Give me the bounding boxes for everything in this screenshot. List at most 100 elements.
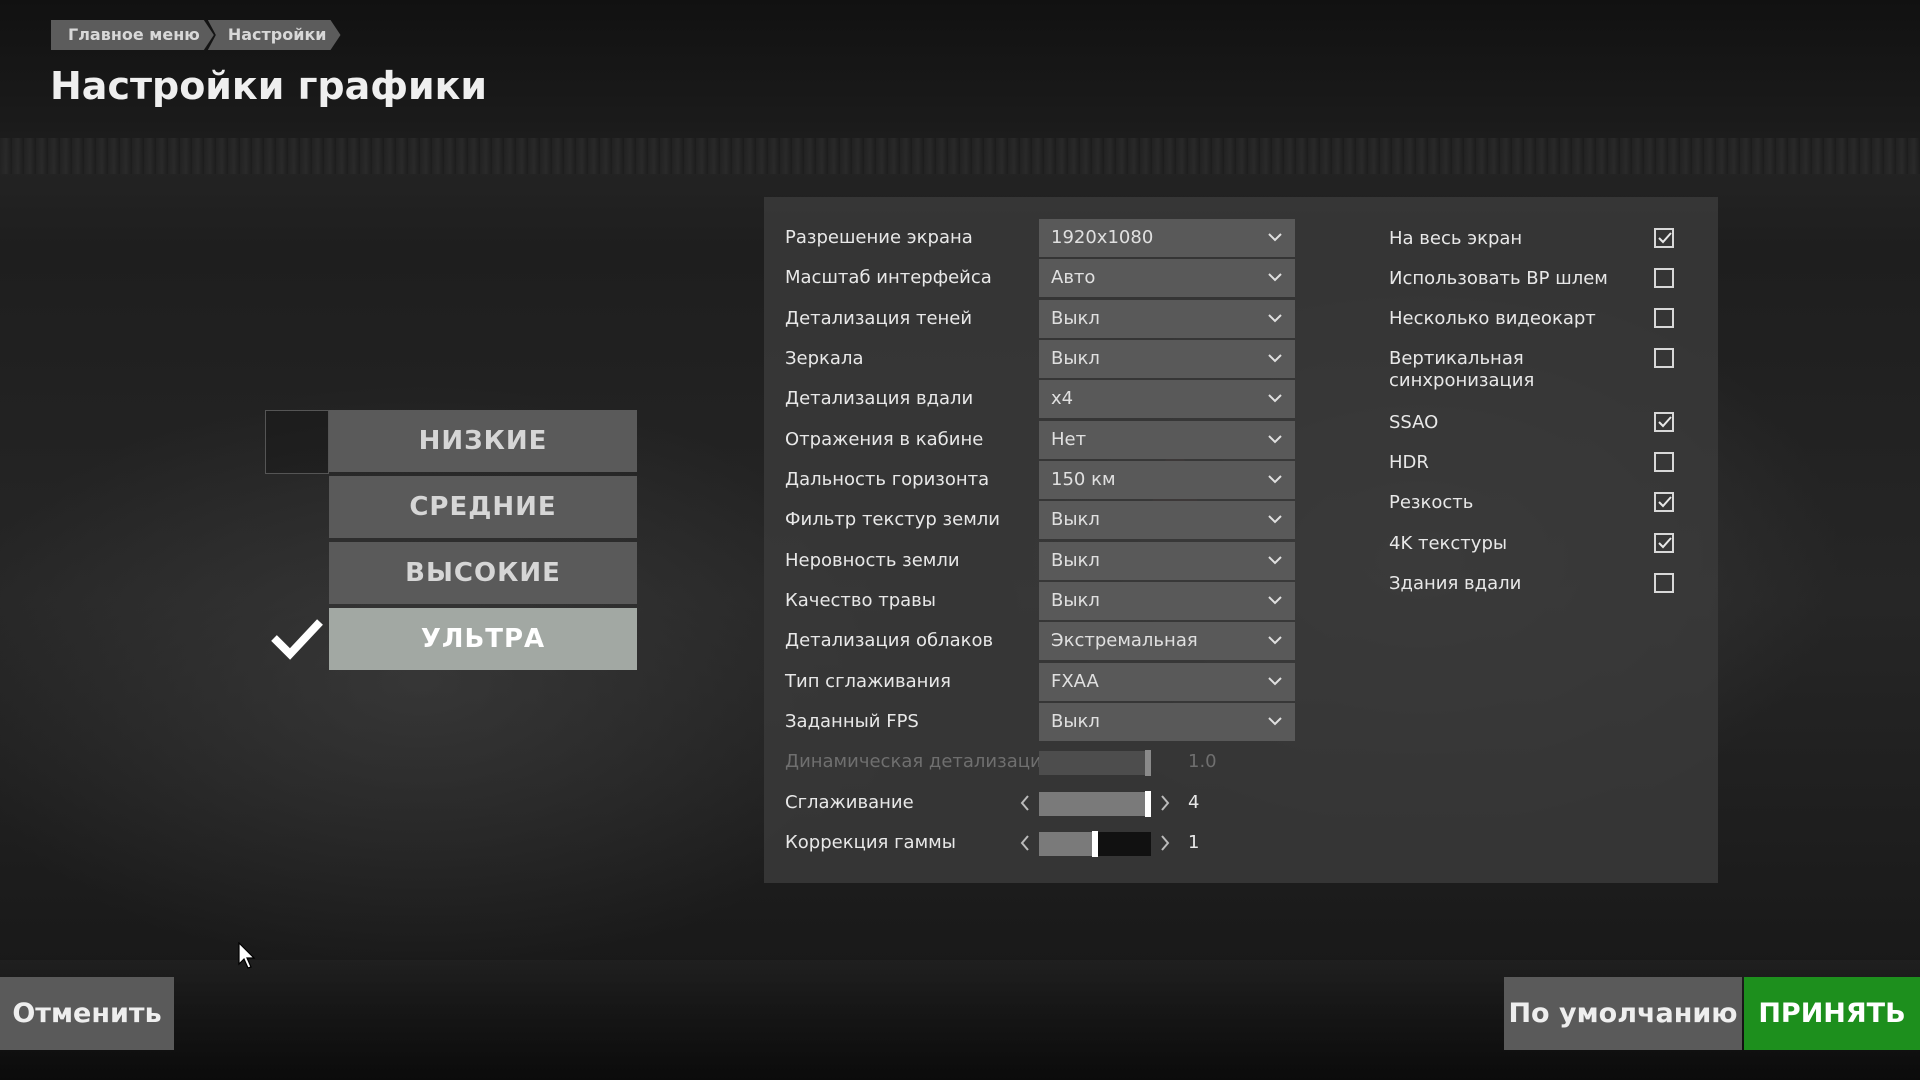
setting-label: Неровность земли: [785, 550, 960, 571]
setting-label: Тип сглаживания: [785, 671, 951, 692]
background-beam: [0, 138, 1920, 174]
checkmark-icon: [271, 619, 323, 660]
dropdown-value: Выкл: [1051, 550, 1100, 571]
preset-high-button[interactable]: ВЫСОКИЕ: [329, 542, 637, 604]
chevron-right-icon[interactable]: [1159, 793, 1171, 813]
checkbox-label: Несколько видеокарт: [1389, 308, 1596, 329]
page-title: Настройки графики: [50, 64, 488, 108]
setting-dropdown[interactable]: Выкл: [1039, 542, 1295, 580]
setting-row: Фильтр текстур земли Выкл: [785, 501, 1295, 539]
slider-fill: [1039, 832, 1095, 856]
setting-checkbox[interactable]: [1654, 308, 1674, 328]
setting-dropdown[interactable]: 1920x1080: [1039, 219, 1295, 257]
chevron-left-icon[interactable]: [1019, 833, 1031, 853]
setting-checkbox[interactable]: [1654, 268, 1674, 288]
slider-thumb[interactable]: [1145, 791, 1151, 817]
setting-dropdown[interactable]: Выкл: [1039, 340, 1295, 378]
checkbox-label: SSAO: [1389, 412, 1439, 433]
dropdown-value: 1920x1080: [1051, 227, 1154, 248]
preset-low-button[interactable]: НИЗКИЕ: [329, 410, 637, 472]
setting-dropdown[interactable]: Выкл: [1039, 703, 1295, 741]
setting-label: Масштаб интерфейса: [785, 267, 992, 288]
checkbox-label: На весь экран: [1389, 228, 1523, 249]
cancel-button[interactable]: Отменить: [0, 977, 174, 1050]
preset-indicator-box: [265, 410, 329, 474]
setting-label: Детализация облаков: [785, 630, 994, 651]
dropdown-value: Выкл: [1051, 308, 1100, 329]
slider-label: Динамическая детализация: [785, 751, 1053, 772]
slider-fill: [1039, 792, 1151, 816]
setting-row: Неровность земли Выкл: [785, 542, 1295, 580]
setting-dropdown[interactable]: Авто: [1039, 259, 1295, 297]
setting-dropdown[interactable]: Выкл: [1039, 582, 1295, 620]
setting-row: Заданный FPS Выкл: [785, 703, 1295, 741]
slider-row: Сглаживание 4: [785, 784, 1295, 822]
chevron-down-icon: [1268, 394, 1282, 403]
setting-checkbox[interactable]: [1654, 452, 1674, 472]
dropdown-value: 150 км: [1051, 469, 1116, 490]
dropdown-value: Нет: [1051, 429, 1087, 450]
slider-row: Коррекция гаммы 1: [785, 824, 1295, 862]
chevron-down-icon: [1268, 354, 1282, 363]
mouse-cursor-icon: [238, 942, 256, 969]
check-icon: [1658, 496, 1672, 508]
dropdown-value: FXAA: [1051, 671, 1099, 692]
preset-ultra-button[interactable]: УЛЬТРА: [329, 608, 637, 670]
setting-label: Дальность горизонта: [785, 469, 990, 490]
dropdown-value: Авто: [1051, 267, 1096, 288]
setting-row: Разрешение экрана 1920x1080: [785, 219, 1295, 257]
setting-dropdown[interactable]: Выкл: [1039, 501, 1295, 539]
dropdown-value: Выкл: [1051, 590, 1100, 611]
setting-dropdown[interactable]: x4: [1039, 380, 1295, 418]
chevron-down-icon: [1268, 273, 1282, 282]
accept-button[interactable]: ПРИНЯТЬ: [1744, 977, 1920, 1050]
chevron-down-icon: [1268, 677, 1282, 686]
slider-label: Коррекция гаммы: [785, 832, 956, 853]
breadcrumb-main-menu[interactable]: Главное меню: [51, 20, 214, 50]
setting-dropdown[interactable]: Выкл: [1039, 300, 1295, 338]
setting-checkbox[interactable]: [1654, 412, 1674, 432]
setting-checkbox[interactable]: [1654, 573, 1674, 593]
setting-dropdown[interactable]: Нет: [1039, 421, 1295, 459]
setting-row: Масштаб интерфейса Авто: [785, 259, 1295, 297]
check-icon: [1658, 537, 1672, 549]
setting-checkbox[interactable]: [1654, 228, 1674, 248]
setting-label: Детализация вдали: [785, 388, 974, 409]
setting-row: Зеркала Выкл: [785, 340, 1295, 378]
checkbox-label: Здания вдали: [1389, 573, 1522, 594]
chevron-right-icon[interactable]: [1159, 833, 1171, 853]
chevron-down-icon: [1268, 717, 1282, 726]
default-button[interactable]: По умолчанию: [1504, 977, 1742, 1050]
setting-checkbox[interactable]: [1654, 533, 1674, 553]
setting-checkbox[interactable]: [1654, 492, 1674, 512]
checkbox-label: Резкость: [1389, 492, 1474, 513]
slider-thumb[interactable]: [1145, 750, 1151, 776]
setting-label: Детализация теней: [785, 308, 973, 329]
slider-track[interactable]: [1039, 791, 1151, 817]
slider-track[interactable]: [1039, 831, 1151, 857]
setting-row: Тип сглаживания FXAA: [785, 663, 1295, 701]
setting-dropdown[interactable]: 150 км: [1039, 461, 1295, 499]
setting-checkbox[interactable]: [1654, 348, 1674, 368]
slider-fill: [1039, 751, 1151, 775]
check-icon: [1658, 232, 1672, 244]
chevron-down-icon: [1268, 515, 1282, 524]
dropdown-value: Выкл: [1051, 348, 1100, 369]
setting-row: Детализация облаков Экстремальная: [785, 622, 1295, 660]
setting-dropdown[interactable]: Экстремальная: [1039, 622, 1295, 660]
chevron-down-icon: [1268, 314, 1282, 323]
checkbox-label: Использовать ВР шлем: [1389, 268, 1608, 289]
setting-label: Зеркала: [785, 348, 864, 369]
slider-value: 1.0: [1188, 751, 1217, 772]
slider-track[interactable]: [1039, 750, 1151, 776]
breadcrumb: Главное меню Настройки: [51, 20, 335, 50]
setting-row: Детализация теней Выкл: [785, 300, 1295, 338]
setting-row: Качество травы Выкл: [785, 582, 1295, 620]
breadcrumb-settings[interactable]: Настройки: [208, 20, 341, 50]
chevron-left-icon[interactable]: [1019, 793, 1031, 813]
preset-medium-button[interactable]: СРЕДНИЕ: [329, 476, 637, 538]
slider-value: 1: [1188, 832, 1200, 853]
chevron-down-icon: [1268, 475, 1282, 484]
setting-dropdown[interactable]: FXAA: [1039, 663, 1295, 701]
slider-thumb[interactable]: [1092, 831, 1098, 857]
